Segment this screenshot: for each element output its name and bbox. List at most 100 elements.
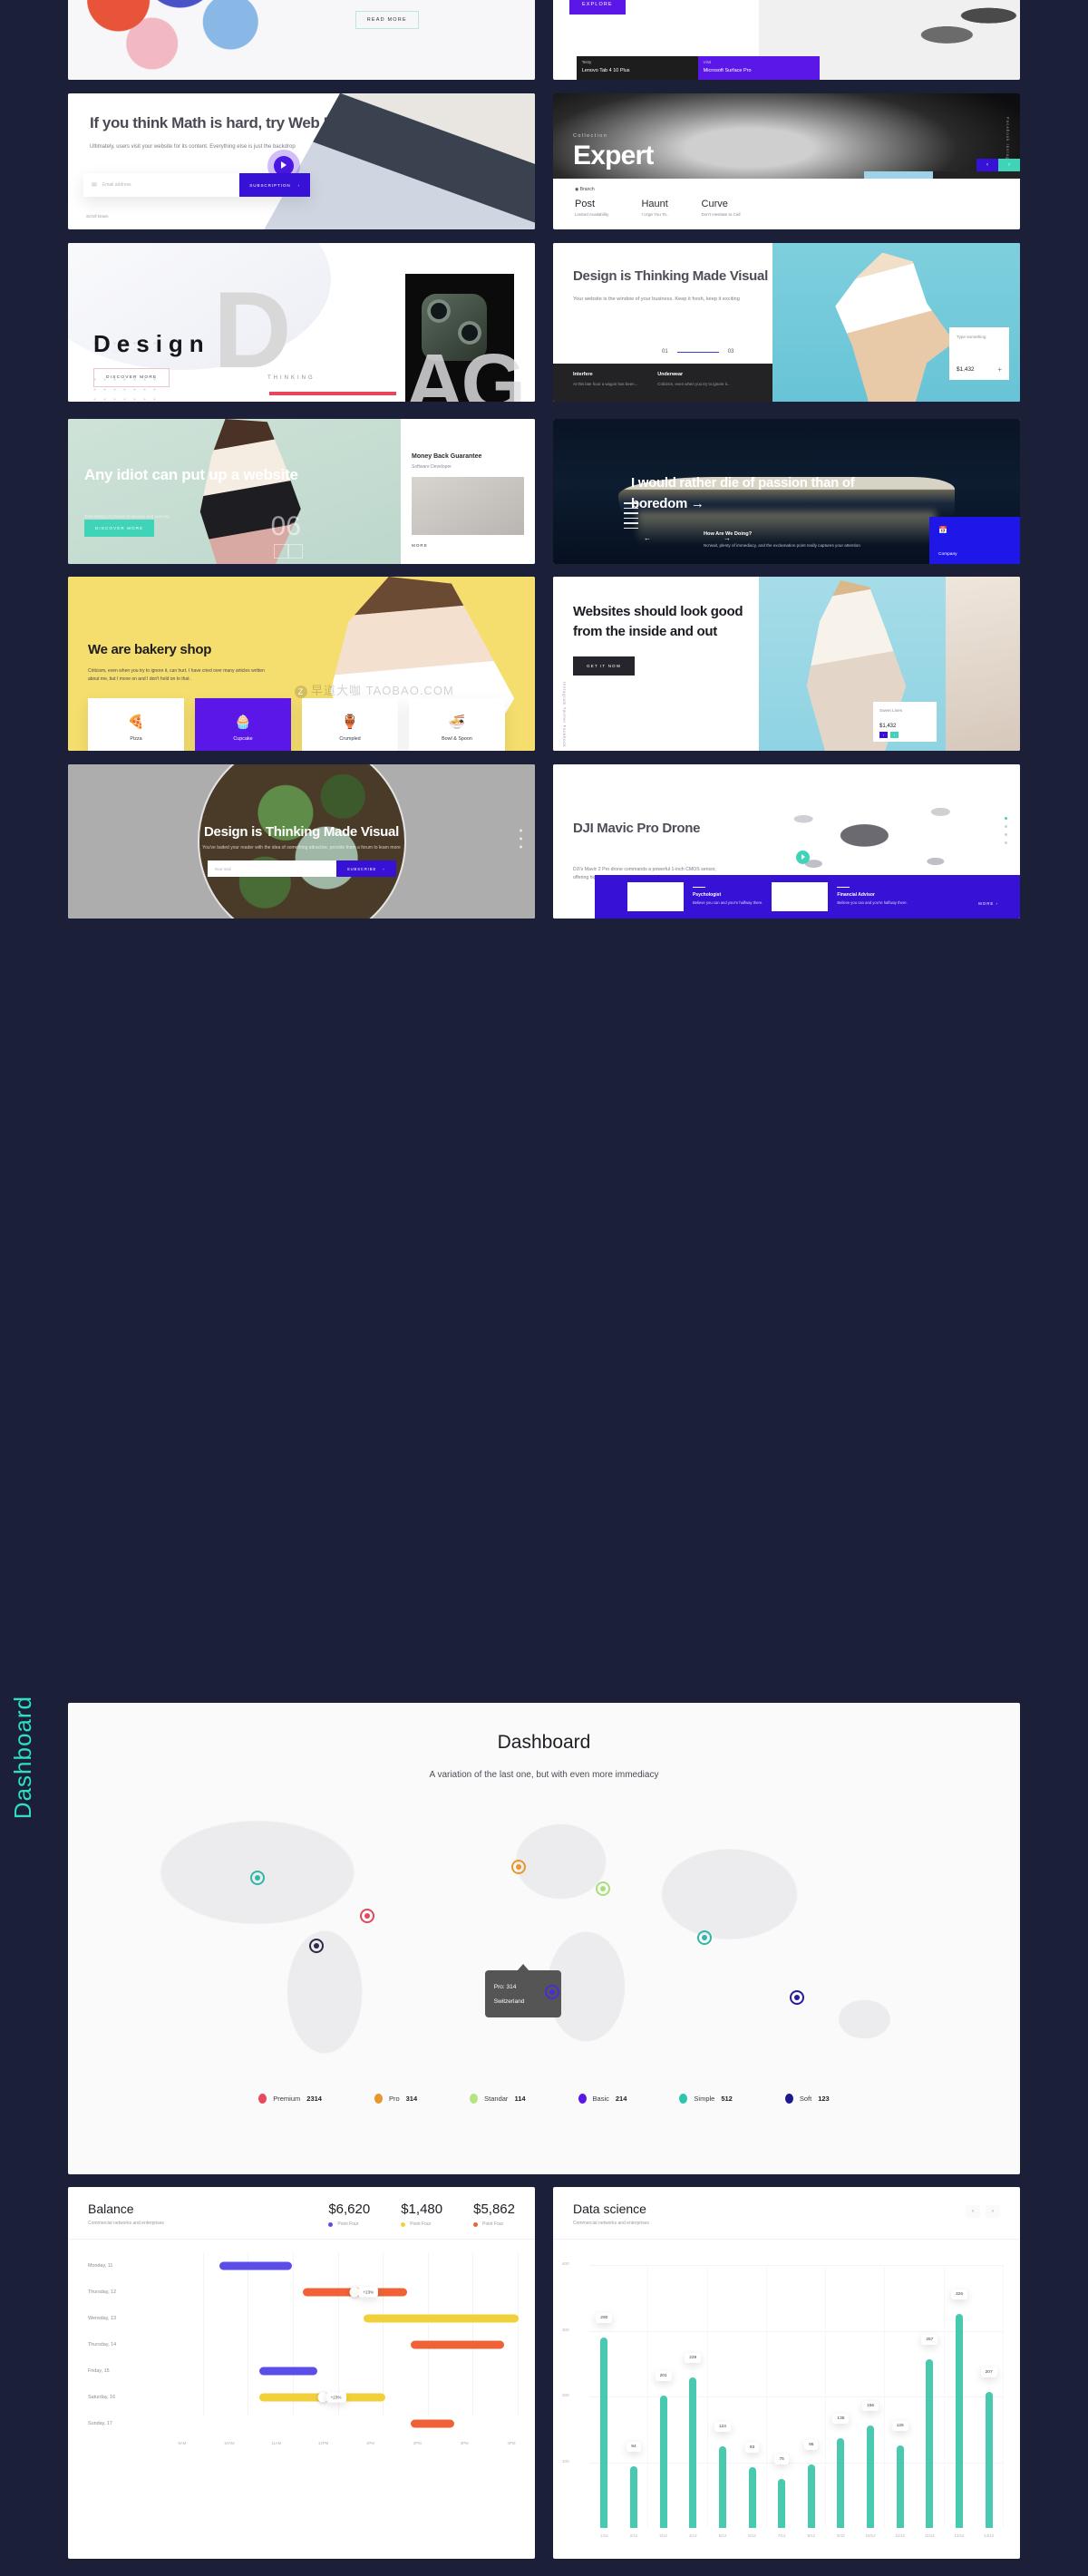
card-expert[interactable]: Collection Expert Offer Expires Dolorem … bbox=[553, 93, 1020, 229]
get-it-now-button[interactable]: GET IT NOW bbox=[573, 656, 636, 676]
card-design[interactable]: D Design THINKING AG DISCOVER MORE bbox=[68, 243, 535, 402]
bar-column[interactable]: 326 bbox=[945, 2265, 975, 2528]
bar-column[interactable]: 290 bbox=[589, 2265, 619, 2528]
bar-column[interactable]: 156 bbox=[856, 2265, 886, 2528]
bar-column[interactable]: 96 bbox=[796, 2265, 826, 2528]
dji-dots-indicator[interactable] bbox=[1005, 817, 1007, 850]
dashboard-card[interactable]: Dashboard A variation of the last one, b… bbox=[68, 1703, 1020, 2174]
gantt-row[interactable]: Thursday, 12 +23% bbox=[68, 2279, 519, 2305]
map-marker-europe[interactable] bbox=[511, 1860, 526, 1874]
trio-item[interactable]: Haunt I Urge You To.. bbox=[641, 199, 668, 217]
subscription-button[interactable]: SUBSCRIPTION › bbox=[239, 173, 310, 197]
strip-item-visit[interactable]: Visit Microsoft Surface Pro bbox=[697, 56, 820, 80]
map-marker-us-west[interactable] bbox=[360, 1909, 374, 1923]
passion-arrows[interactable]: ← → bbox=[644, 534, 731, 542]
gantt-row[interactable]: Sunday, 17 bbox=[68, 2410, 519, 2436]
bar-column[interactable]: 75 bbox=[767, 2265, 797, 2528]
bar[interactable] bbox=[748, 2466, 756, 2528]
nav-prev-icon[interactable]: ‹ bbox=[879, 732, 888, 738]
play-icon[interactable] bbox=[795, 851, 810, 865]
read-more-button[interactable]: READ MORE bbox=[355, 11, 419, 30]
tile-pizza[interactable]: 🍕 Pizza bbox=[88, 698, 184, 751]
explore-button[interactable]: EXPLORE bbox=[569, 0, 626, 15]
arrow-right-icon[interactable]: → bbox=[724, 534, 731, 542]
type-something-input[interactable]: Type something bbox=[957, 335, 1002, 339]
bar-column[interactable]: 201 bbox=[648, 2265, 678, 2528]
nav-next-icon[interactable]: › bbox=[986, 2205, 1000, 2218]
expert-nav-pair[interactable]: ‹ › bbox=[976, 159, 1020, 171]
company-box[interactable]: 📅 Company bbox=[929, 517, 1020, 564]
gantt-bar[interactable] bbox=[410, 2340, 505, 2348]
gantt-row[interactable]: Wensday, 13 bbox=[68, 2305, 519, 2331]
gantt-row[interactable]: Monday, 11 bbox=[68, 2252, 519, 2279]
bottom-item[interactable]: Interfere At this late hour a wagon has b… bbox=[573, 372, 637, 402]
plant-email-input[interactable]: Your mail bbox=[207, 860, 336, 877]
bar-column[interactable]: 125 bbox=[885, 2265, 915, 2528]
tile-cupcake[interactable]: 🧁 Cupcake bbox=[195, 698, 291, 751]
card-bakery[interactable]: We are bakery shop Criticism, even when … bbox=[68, 577, 535, 751]
datascience-pagination[interactable]: ‹ › bbox=[966, 2205, 1000, 2218]
tile-crumpled[interactable]: 🏺 Crumpled bbox=[302, 698, 398, 751]
bar[interactable] bbox=[837, 2438, 845, 2528]
bar[interactable] bbox=[896, 2445, 904, 2528]
bar-column[interactable]: 94 bbox=[619, 2265, 649, 2528]
nav-prev-icon[interactable]: ‹ bbox=[976, 159, 998, 171]
sweet-lines-box[interactable]: Sweet Lines $1,432 ‹ › bbox=[873, 702, 937, 742]
gantt-bar[interactable] bbox=[259, 2367, 317, 2375]
email-input[interactable]: Email address bbox=[102, 182, 239, 188]
gantt-bar[interactable] bbox=[219, 2261, 292, 2270]
bar-column[interactable]: 136 bbox=[826, 2265, 856, 2528]
sweet-nav[interactable]: ‹ › bbox=[879, 732, 899, 738]
tile-bowl-spoon[interactable]: 🍜 Bowl & Spoon bbox=[409, 698, 505, 751]
card-confederation[interactable]: Under the Articles of Confederation, the… bbox=[68, 0, 535, 80]
plus-icon[interactable]: + bbox=[997, 365, 1002, 374]
world-map[interactable]: Pro: 314 Switzerland bbox=[122, 1802, 966, 2074]
idiot-squares[interactable] bbox=[274, 544, 303, 559]
dtv-pager[interactable]: 01 03 bbox=[662, 349, 733, 355]
bar-column[interactable]: 93 bbox=[737, 2265, 767, 2528]
dji-item[interactable]: Psychologist Believe you can and you're h… bbox=[693, 886, 763, 907]
strip-item-testy[interactable]: Testy Lenovo Tab 4 10 Plus bbox=[576, 56, 698, 80]
card-math[interactable]: If you think Math is hard, try Web Desig… bbox=[68, 93, 535, 229]
map-marker-north-america[interactable] bbox=[250, 1871, 265, 1885]
subscription-form[interactable]: ✉ Email address SUBSCRIPTION › bbox=[83, 173, 310, 197]
bar[interactable] bbox=[629, 2465, 637, 2528]
bar[interactable] bbox=[778, 2478, 786, 2528]
bar-column[interactable]: 229 bbox=[678, 2265, 708, 2528]
trio-item[interactable]: Post Limited Availability bbox=[575, 199, 608, 217]
gantt-row[interactable]: Thursday, 14 bbox=[68, 2331, 519, 2357]
plant-subscribe-form[interactable]: Your mail SUBSCRIBE › bbox=[207, 860, 396, 877]
bar[interactable] bbox=[718, 2446, 726, 2528]
plant-subscribe-button[interactable]: SUBSCRIBE › bbox=[335, 860, 396, 877]
discover-more-button[interactable]: DISCOVER MORE bbox=[93, 368, 170, 387]
card-design-thinking[interactable]: Design is Thinking Made Visual Your webs… bbox=[553, 243, 1020, 402]
bar-column[interactable]: 207 bbox=[974, 2265, 1004, 2528]
card-passion[interactable]: I would rather die of passion than of bo… bbox=[553, 419, 1020, 564]
balance-gantt[interactable]: Monday, 11 Thursday, 12 +23% Wensday, 13 Thu… bbox=[68, 2240, 535, 2436]
bar[interactable] bbox=[926, 2358, 934, 2528]
chart-data-science[interactable]: Data science Commercial networks and ent… bbox=[553, 2187, 1020, 2559]
dji-more-link[interactable]: MORE › bbox=[978, 901, 998, 906]
nav-prev-icon[interactable]: ‹ bbox=[966, 2205, 980, 2218]
gantt-bar[interactable] bbox=[364, 2314, 519, 2322]
card-plant[interactable]: Design is Thinking Made Visual You've ba… bbox=[68, 764, 535, 919]
dji-item[interactable]: Financial Advisor Believe you can and you… bbox=[837, 886, 908, 907]
websites-social-nav[interactable]: Instagram Twitter Facebook bbox=[559, 682, 568, 747]
card-imaginary[interactable]: Imaginary Immediate Download EXPLORE Tes… bbox=[553, 0, 1020, 80]
idiot-cta-button[interactable]: DISCOVER MORE bbox=[84, 520, 155, 537]
nav-next-icon[interactable]: › bbox=[890, 732, 899, 738]
nav-next-icon[interactable]: › bbox=[998, 159, 1020, 171]
map-marker-asia[interactable] bbox=[596, 1881, 610, 1896]
map-marker-oceania[interactable] bbox=[790, 1990, 804, 2005]
card-dji[interactable]: DJI Mavic Pro Drone DJI's Mavic 2 Pro dr… bbox=[553, 764, 1020, 919]
gantt-row[interactable]: Friday, 15 bbox=[68, 2357, 519, 2384]
chart-balance[interactable]: Balance Commercial networks and enterpri… bbox=[68, 2187, 535, 2559]
bar-column[interactable]: 124 bbox=[708, 2265, 738, 2528]
dtv-quote-box[interactable]: Type something $1,432 + bbox=[949, 327, 1009, 380]
trio-item[interactable]: Curve Don't Hesitate to Call bbox=[702, 199, 741, 217]
side-more-link[interactable]: MORE bbox=[412, 543, 524, 548]
bar[interactable] bbox=[600, 2337, 608, 2528]
map-marker-south-america[interactable] bbox=[309, 1939, 324, 1953]
plant-dots-indicator[interactable] bbox=[520, 829, 522, 854]
bar[interactable] bbox=[956, 2313, 963, 2528]
